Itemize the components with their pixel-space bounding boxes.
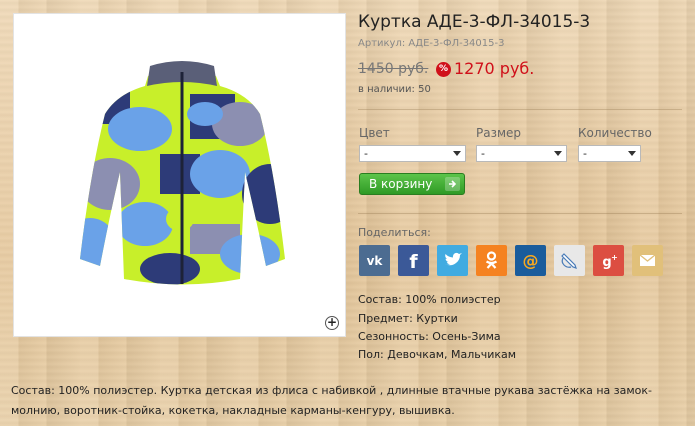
spec-season: Сезонность: Осень-Зима [358,330,501,343]
chevron-down-icon [453,151,461,156]
product-description: Состав: 100% полиэстер. Куртка детская и… [11,384,653,417]
share-email-button[interactable] [632,245,663,276]
size-label: Размер [476,126,522,140]
spec-gender: Пол: Девочкам, Мальчикам [358,348,517,361]
svg-text:+: + [611,253,618,262]
googleplus-icon: g + [602,253,618,270]
spec-subject: Предмет: Куртки [358,312,458,325]
old-price: 1450 руб. [358,61,429,77]
share-label: Поделиться: [358,226,431,239]
product-sku: Артикул: АДЕ-3-ФЛ-34015-3 [358,38,505,49]
product-image[interactable]: + [13,13,346,337]
livejournal-icon [561,253,577,269]
share-twitter-button[interactable] [437,245,468,276]
zoom-icon[interactable]: + [325,316,339,330]
share-mailru-button[interactable]: @ [515,245,546,276]
facebook-icon: f [409,251,418,273]
chevron-down-icon [554,151,562,156]
share-odnoklassniki-button[interactable] [476,245,507,276]
chevron-down-icon [628,151,636,156]
color-select[interactable]: - [359,145,466,162]
color-label: Цвет [359,126,390,140]
add-to-cart-button[interactable]: В корзину [359,173,465,195]
svg-text:vk: vk [367,254,384,268]
divider [358,109,682,110]
svg-text:f: f [409,251,418,273]
vk-icon: vk [367,254,384,268]
share-facebook-button[interactable]: f [398,245,429,276]
share-vk-button[interactable]: vk [359,245,390,276]
stock-status: в наличии: 50 [358,84,431,95]
odnoklassniki-icon [485,251,498,269]
twitter-icon [445,252,462,266]
sale-badge-icon: % [436,62,451,77]
share-livejournal-button[interactable] [554,245,585,276]
size-select-value: - [481,147,485,160]
new-price: 1270 руб. [454,59,535,78]
add-to-cart-label: В корзину [369,177,433,191]
product-title: Куртка АДЕ-3-ФЛ-34015-3 [358,12,591,32]
quantity-label: Количество [578,126,652,140]
share-googleplus-button[interactable]: g + [593,245,624,276]
spec-composition: Состав: 100% полиэстер [358,293,501,306]
svg-text:@: @ [523,251,539,270]
color-select-value: - [364,147,368,160]
quantity-select-value: - [583,147,587,160]
mailru-icon: @ [523,251,539,270]
divider [358,213,682,214]
quantity-select[interactable]: - [578,145,641,162]
email-icon [639,254,656,266]
arrow-right-icon [445,177,460,191]
size-select[interactable]: - [476,145,567,162]
jacket-image [80,61,285,285]
